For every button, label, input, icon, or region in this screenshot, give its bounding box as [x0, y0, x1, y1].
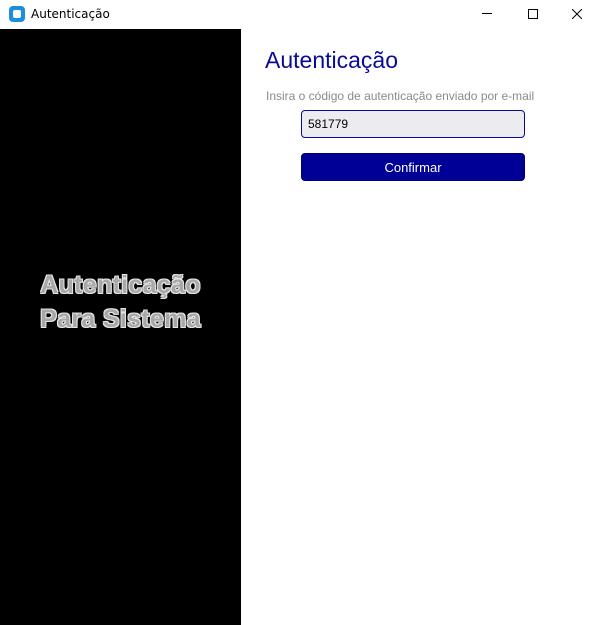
page-title: Autenticação — [265, 47, 398, 73]
instruction-text: Insira o código de autenticação enviado … — [266, 89, 535, 103]
close-button[interactable] — [554, 0, 598, 29]
close-icon — [572, 9, 582, 19]
app-window: Autenticação Autenticação Para Sistema A… — [0, 0, 598, 625]
maximize-icon — [528, 9, 538, 19]
maximize-button[interactable] — [510, 0, 556, 29]
branding-line-1: Autenticação — [40, 271, 201, 299]
window-title: Autenticação — [31, 7, 110, 21]
branding-line-2: Para Sistema — [40, 305, 201, 333]
auth-code-input[interactable] — [301, 110, 525, 138]
minimize-icon — [482, 13, 492, 14]
title-bar[interactable]: Autenticação — [0, 0, 598, 29]
minimize-button[interactable] — [464, 0, 510, 29]
branding-text: Autenticação Para Sistema — [0, 268, 241, 336]
app-icon — [9, 6, 25, 22]
confirm-button[interactable]: Confirmar — [301, 153, 525, 181]
left-branding-panel: Autenticação Para Sistema — [0, 29, 241, 625]
